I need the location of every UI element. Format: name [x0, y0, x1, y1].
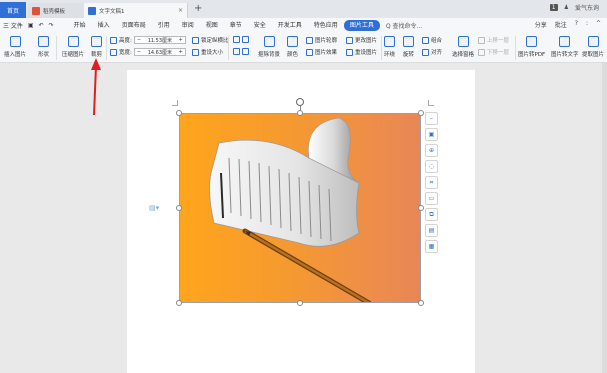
annotation-arrow-icon	[91, 58, 101, 116]
